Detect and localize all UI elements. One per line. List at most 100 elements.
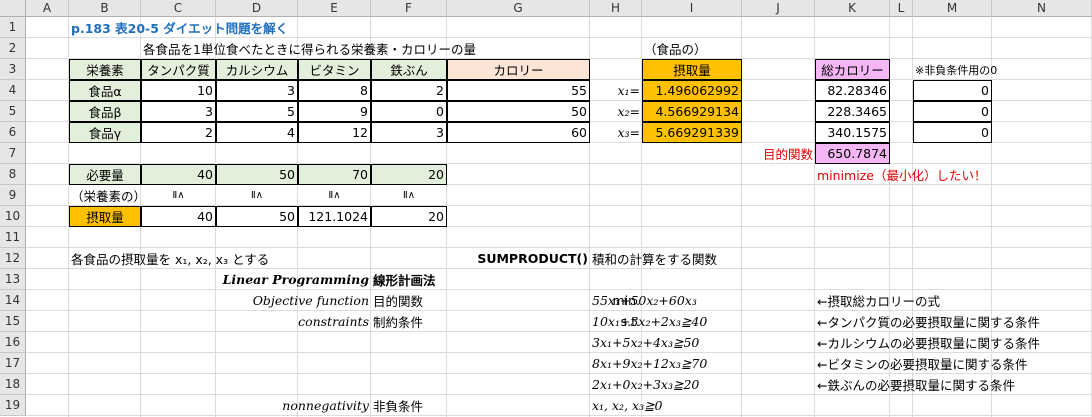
ge-sign: Ⅱ∧ bbox=[250, 190, 264, 201]
required-value[interactable]: 20 bbox=[371, 164, 447, 185]
gridline-horizontal bbox=[26, 352, 1092, 353]
nutrient-sub-label: （栄養素の） bbox=[71, 189, 147, 204]
row-header-7[interactable]: 7 bbox=[0, 143, 26, 164]
nonneg-header: ※非負条件用の0 bbox=[915, 63, 998, 77]
intake-sum-value[interactable]: 121.1024 bbox=[298, 206, 371, 227]
food-name: 食品γ bbox=[69, 122, 141, 143]
column-header-d[interactable]: D bbox=[216, 0, 298, 17]
intake-sum-value[interactable]: 40 bbox=[141, 206, 216, 227]
objective-english: Objective function bbox=[252, 293, 369, 308]
sheet-title: p.183 表20-5 ダイエット問題を解く bbox=[71, 21, 289, 36]
gridline-horizontal bbox=[26, 394, 1092, 395]
required-value[interactable]: 70 bbox=[298, 164, 371, 185]
nutrient-value[interactable]: 0 bbox=[371, 101, 447, 122]
required-value[interactable]: 50 bbox=[216, 164, 298, 185]
column-header-g[interactable]: G bbox=[447, 0, 590, 17]
row-header-19[interactable]: 19 bbox=[0, 395, 26, 416]
nonneg-value[interactable]: 0 bbox=[913, 101, 992, 122]
intake-sum-value[interactable]: 50 bbox=[216, 206, 298, 227]
objective-formula: 55x₁+50x₂+60x₃ bbox=[592, 293, 697, 308]
column-header-c[interactable]: C bbox=[141, 0, 216, 17]
calorie-value[interactable]: 82.28346 bbox=[815, 80, 890, 101]
intake-sum-value[interactable]: 20 bbox=[371, 206, 447, 227]
intake-header: 摂取量 bbox=[642, 59, 742, 80]
column-header-a[interactable]: A bbox=[26, 0, 69, 17]
food-name: 食品α bbox=[69, 80, 141, 101]
intake-value[interactable]: 1.496062992 bbox=[642, 80, 742, 101]
row-header-14[interactable]: 14 bbox=[0, 290, 26, 311]
calorie-value[interactable]: 340.1575 bbox=[815, 122, 890, 143]
constraints-english: constraints bbox=[298, 314, 369, 329]
row-header-8[interactable]: 8 bbox=[0, 164, 26, 185]
nutrient-value[interactable]: 3 bbox=[141, 101, 216, 122]
constraints-japanese: 制約条件 bbox=[373, 315, 424, 330]
constraint-vitamin: 8x₁+9x₂+12x₃≧70 bbox=[592, 356, 708, 371]
row-header-6[interactable]: 6 bbox=[0, 122, 26, 143]
select-all-corner[interactable] bbox=[0, 0, 26, 17]
gridline-horizontal bbox=[26, 373, 1092, 374]
nutrient-header: 鉄ぶん bbox=[371, 59, 447, 80]
variable-label: x₃= bbox=[617, 125, 640, 140]
column-header-l[interactable]: L bbox=[890, 0, 913, 17]
nutrient-header: カルシウム bbox=[216, 59, 298, 80]
intake-row-label: 摂取量 bbox=[69, 206, 141, 227]
nutrient-value[interactable]: 60 bbox=[447, 122, 590, 143]
column-header-i[interactable]: I bbox=[642, 0, 742, 17]
column-header-f[interactable]: F bbox=[371, 0, 447, 17]
nutrient-header: ビタミン bbox=[298, 59, 371, 80]
nonneg-value[interactable]: 0 bbox=[913, 122, 992, 143]
column-header-j[interactable]: J bbox=[742, 0, 815, 17]
row-header-2[interactable]: 2 bbox=[0, 38, 26, 59]
intake-value[interactable]: 5.669291339 bbox=[642, 122, 742, 143]
column-header-m[interactable]: M bbox=[913, 0, 992, 17]
food-heading: （食品の） bbox=[644, 42, 707, 57]
column-header-e[interactable]: E bbox=[298, 0, 371, 17]
calorie-value[interactable]: 228.3465 bbox=[815, 101, 890, 122]
row-header-13[interactable]: 13 bbox=[0, 269, 26, 290]
arrow-protein: ←タンパク質の必要摂取量に関する条件 bbox=[817, 315, 1040, 330]
objective-label: 目的関数 bbox=[762, 147, 813, 162]
total-calorie-header: 総カロリー bbox=[815, 59, 890, 80]
row-header-10[interactable]: 10 bbox=[0, 206, 26, 227]
arrow-calcium: ←カルシウムの必要摂取量に関する条件 bbox=[817, 336, 1040, 351]
intake-sentence: 各食品の摂取量を x₁, x₂, x₃ とする bbox=[71, 252, 270, 267]
column-header-k[interactable]: K bbox=[815, 0, 890, 17]
nutrient-value[interactable]: 2 bbox=[141, 122, 216, 143]
nutrient-value[interactable]: 55 bbox=[447, 80, 590, 101]
sumproduct-description: 積和の計算をする関数 bbox=[592, 252, 718, 267]
nutrient-value[interactable]: 12 bbox=[298, 122, 371, 143]
row-header-16[interactable]: 16 bbox=[0, 332, 26, 353]
column-header-n[interactable]: N bbox=[992, 0, 1092, 17]
nutrient-value[interactable]: 4 bbox=[216, 122, 298, 143]
intake-value[interactable]: 4.566929134 bbox=[642, 101, 742, 122]
row-header-5[interactable]: 5 bbox=[0, 101, 26, 122]
nutrient-header: タンパク質 bbox=[141, 59, 216, 80]
nonneg-value[interactable]: 0 bbox=[913, 80, 992, 101]
row-header-12[interactable]: 12 bbox=[0, 248, 26, 269]
row-header-9[interactable]: 9 bbox=[0, 185, 26, 206]
constraint-calcium: 3x₁+5x₂+4x₃≧50 bbox=[592, 335, 700, 350]
row-header-4[interactable]: 4 bbox=[0, 80, 26, 101]
column-header-h[interactable]: H bbox=[590, 0, 642, 17]
variable-label: x₁= bbox=[617, 83, 640, 98]
row-header-18[interactable]: 18 bbox=[0, 374, 26, 395]
nutrient-value[interactable]: 2 bbox=[371, 80, 447, 101]
column-header-b[interactable]: B bbox=[69, 0, 141, 17]
nutrient-value[interactable]: 3 bbox=[371, 122, 447, 143]
row-header-11[interactable]: 11 bbox=[0, 227, 26, 248]
nutrient-value[interactable]: 9 bbox=[298, 101, 371, 122]
nutrient-header: 栄養素 bbox=[69, 59, 141, 80]
row-header-15[interactable]: 15 bbox=[0, 311, 26, 332]
row-header-1[interactable]: 1 bbox=[0, 17, 26, 38]
nonneg-japanese: 非負条件 bbox=[373, 399, 424, 414]
nutrient-value[interactable]: 5 bbox=[216, 101, 298, 122]
constraint-protein: 10x₁+3x₂+2x₃≧40 bbox=[592, 314, 708, 329]
row-header-17[interactable]: 17 bbox=[0, 353, 26, 374]
nutrient-value[interactable]: 50 bbox=[447, 101, 590, 122]
nutrient-value[interactable]: 8 bbox=[298, 80, 371, 101]
nutrient-value[interactable]: 3 bbox=[216, 80, 298, 101]
nutrient-value[interactable]: 10 bbox=[141, 80, 216, 101]
required-value[interactable]: 40 bbox=[141, 164, 216, 185]
row-header-3[interactable]: 3 bbox=[0, 59, 26, 80]
objective-value[interactable]: 650.7874 bbox=[815, 143, 890, 164]
